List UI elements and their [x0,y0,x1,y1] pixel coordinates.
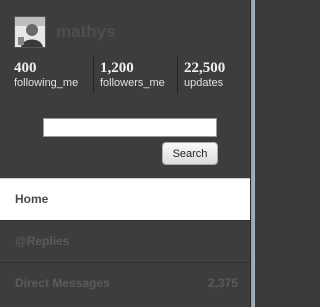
nav-item-label: Home [15,192,49,206]
stat-following-label: following_me [14,77,79,89]
stat-followers[interactable]: 1,200 followers_me [100,59,165,93]
direct-messages-count: 2,375 [207,276,238,290]
stat-following-count: 400 [14,60,37,76]
avatar[interactable] [14,16,46,48]
nav-item-direct-messages[interactable]: Direct Messages 2,375 [0,262,250,304]
sidebar-panel: mathys 400 following_me 1,200 followers_… [0,0,251,307]
stat-followers-label: followers_me [100,77,165,89]
stat-updates-count: 22,500 [184,60,226,76]
stat-updates[interactable]: 22,500 updates [184,59,225,93]
nav-item-label: @Replies [15,234,70,248]
nav-item-replies[interactable]: @Replies [0,220,250,262]
stat-divider [93,57,94,93]
stat-divider [177,57,178,93]
nav-item-home[interactable]: Home [0,178,250,220]
stat-updates-label: updates [184,77,224,89]
username[interactable]: mathys [56,22,116,42]
search-button[interactable]: Search [162,142,218,165]
nav-item-label: Direct Messages [15,276,110,290]
avatar-photo-icon [15,17,45,47]
stats-row: 400 following_me 1,200 followers_me 22,5… [14,57,250,95]
search-input[interactable] [43,118,217,137]
stat-following[interactable]: 400 following_me [14,59,78,93]
nav-menu: Home @Replies Direct Messages 2,375 [0,178,250,304]
stat-followers-count: 1,200 [100,60,134,76]
